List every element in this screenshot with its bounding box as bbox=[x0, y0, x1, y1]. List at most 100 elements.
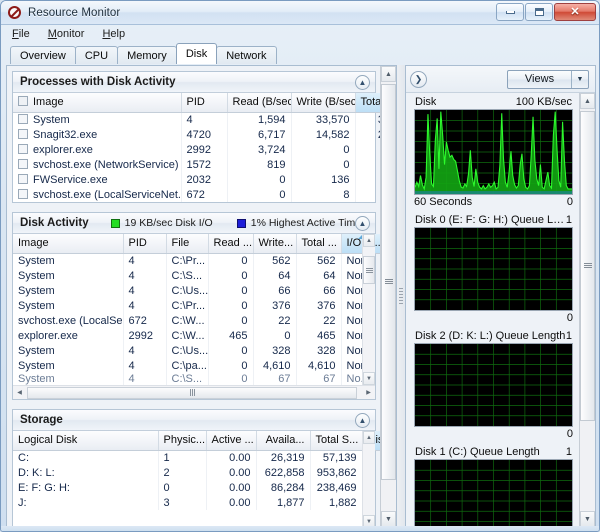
processes-section-header[interactable]: Processes with Disk Activity ▲ bbox=[13, 72, 375, 93]
storage-section-header[interactable]: Storage ▲ bbox=[13, 410, 375, 431]
disk-activity-horizontal-scrollbar[interactable]: ◀ ▶ bbox=[13, 385, 375, 399]
chevron-up-icon[interactable]: ▲ bbox=[355, 216, 370, 231]
scroll-up-icon[interactable]: ▲ bbox=[381, 66, 396, 82]
col-file[interactable]: File bbox=[166, 234, 209, 254]
select-all-checkbox[interactable] bbox=[18, 96, 28, 107]
col-write[interactable]: Write (B/sec) bbox=[291, 93, 356, 113]
table-row[interactable]: System 4 C:\Pr... 0 562 562 Nor... bbox=[13, 253, 383, 268]
cell-image: Snagit32.exe bbox=[13, 127, 182, 142]
minimize-button[interactable] bbox=[496, 3, 524, 21]
scroll-up-icon[interactable]: ▲ bbox=[363, 431, 375, 444]
table-row[interactable]: svchost.exe (LocalServiceNet... 672 0 8 … bbox=[13, 187, 396, 202]
tab-disk-label: Disk bbox=[185, 48, 208, 60]
chevron-right-icon[interactable]: ❯ bbox=[410, 70, 427, 88]
scrollbar-thumb[interactable] bbox=[381, 84, 396, 480]
col-image[interactable]: Image bbox=[13, 234, 124, 254]
cell-write: 22 bbox=[253, 313, 297, 328]
scroll-down-icon[interactable]: ▼ bbox=[363, 372, 375, 385]
cell-image: System bbox=[13, 298, 124, 313]
graph-disk1-queue: Disk 1 (C:) Queue Length 1 bbox=[414, 446, 573, 527]
cell-write: 66 bbox=[253, 283, 297, 298]
scrollbar-thumb[interactable] bbox=[363, 256, 375, 284]
tab-cpu[interactable]: CPU bbox=[74, 46, 119, 64]
cell-read: 0 bbox=[208, 268, 254, 283]
scroll-down-icon[interactable]: ▼ bbox=[381, 511, 396, 527]
graph-disk0-max-label: 1 bbox=[565, 214, 572, 226]
table-row[interactable]: J: 3 0.00 1,877 1,882 0.00 bbox=[13, 495, 396, 510]
col-total[interactable]: Total ... bbox=[296, 234, 342, 254]
graph-disk1-caption: Disk 1 (C:) Queue Length 1 bbox=[414, 446, 573, 459]
col-total-space[interactable]: Total S... bbox=[310, 431, 363, 451]
disk-activity-section-header[interactable]: Disk Activity 19 KB/sec Disk I/O 1% High… bbox=[13, 213, 375, 234]
row-checkbox[interactable] bbox=[18, 143, 28, 154]
maximize-button[interactable] bbox=[525, 3, 553, 21]
graph-disk0-svg bbox=[415, 228, 572, 310]
row-checkbox[interactable] bbox=[18, 188, 28, 199]
col-available-space[interactable]: Availa... bbox=[256, 431, 311, 451]
table-row[interactable]: svchost.exe (NetworkService) 1572 819 0 … bbox=[13, 157, 396, 172]
table-row[interactable]: Snagit32.exe 4720 6,717 14,582 21,299 bbox=[13, 127, 396, 142]
chevron-down-icon[interactable]: ▼ bbox=[571, 70, 588, 88]
cell-image: System bbox=[13, 358, 124, 373]
chevron-up-icon[interactable]: ▲ bbox=[355, 75, 370, 90]
col-read[interactable]: Read ... bbox=[208, 234, 254, 254]
col-read[interactable]: Read (B/sec) bbox=[227, 93, 292, 113]
table-row[interactable]: System 4 C:\pa... 0 4,610 4,610 Nor... bbox=[13, 358, 383, 373]
table-row[interactable]: System 4 C:\Us... 0 66 66 Nor... bbox=[13, 283, 383, 298]
hscrollbar-thumb[interactable] bbox=[27, 386, 357, 399]
views-button[interactable]: Views ▼ bbox=[507, 69, 589, 89]
storage-vertical-scrollbar[interactable]: ▲ ▼ bbox=[362, 431, 375, 527]
cell-write: 4,610 bbox=[253, 358, 297, 373]
chevron-up-icon[interactable]: ▲ bbox=[355, 413, 370, 428]
menu-file[interactable]: File bbox=[10, 27, 32, 41]
table-row[interactable]: explorer.exe 2992 3,724 0 3,724 bbox=[13, 142, 396, 157]
left-pane-scrollbar[interactable]: ▲ ▼ bbox=[380, 66, 396, 527]
table-row[interactable]: System 4 C:\Pr... 0 376 376 Nor... bbox=[13, 298, 383, 313]
tab-network[interactable]: Network bbox=[216, 46, 277, 64]
row-checkbox[interactable] bbox=[18, 158, 28, 169]
table-row[interactable]: FWService.exe 2032 0 136 136 bbox=[13, 172, 396, 187]
menu-help[interactable]: Help bbox=[100, 27, 127, 41]
table-row[interactable]: explorer.exe 2992 C:\W... 465 0 465 Nor.… bbox=[13, 328, 383, 343]
table-row[interactable]: E: F: G: H: 0 0.00 86,284 238,469 0.00 bbox=[13, 480, 396, 495]
pane-splitter[interactable] bbox=[397, 65, 405, 528]
row-checkbox[interactable] bbox=[18, 113, 28, 124]
table-row[interactable]: C: 1 0.00 26,319 57,139 0.00 bbox=[13, 450, 396, 465]
col-image[interactable]: Image bbox=[13, 93, 182, 113]
tab-memory[interactable]: Memory bbox=[117, 46, 177, 64]
close-button[interactable]: ✕ bbox=[554, 3, 596, 21]
cell-write: 0 bbox=[291, 157, 356, 172]
row-checkbox[interactable] bbox=[18, 128, 28, 139]
cell-pid: 4 bbox=[123, 283, 167, 298]
table-row[interactable]: D: K: L: 2 0.00 622,858 953,862 0.00 bbox=[13, 465, 396, 480]
scroll-up-icon[interactable]: ▲ bbox=[363, 234, 375, 247]
table-row[interactable]: System 4 C:\S... 0 67 67 No... bbox=[13, 373, 383, 385]
col-pid[interactable]: PID bbox=[123, 234, 167, 254]
right-pane-scrollbar[interactable]: ▲ ▼ bbox=[579, 93, 595, 527]
disk-activity-vertical-scrollbar[interactable]: ▲ ▼ bbox=[362, 234, 375, 385]
col-active-time[interactable]: Active ... bbox=[206, 431, 257, 451]
cell-pid: 672 bbox=[123, 313, 167, 328]
cell-physical-disk: 3 bbox=[158, 495, 207, 510]
col-write[interactable]: Write... bbox=[253, 234, 297, 254]
scroll-up-icon[interactable]: ▲ bbox=[580, 93, 595, 109]
table-row[interactable]: System 4 1,594 33,570 35,165 bbox=[13, 112, 396, 127]
scrollbar-thumb[interactable] bbox=[580, 111, 595, 421]
table-row[interactable]: System 4 C:\Us... 0 328 328 Nor... bbox=[13, 343, 383, 358]
cell-physical-disk: 2 bbox=[158, 465, 207, 480]
row-checkbox[interactable] bbox=[18, 173, 28, 184]
cell-file: C:\W... bbox=[166, 328, 209, 343]
tab-overview[interactable]: Overview bbox=[10, 46, 76, 64]
tab-disk[interactable]: Disk bbox=[175, 43, 218, 64]
cell-logical-disk: J: bbox=[13, 495, 159, 510]
table-row[interactable]: svchost.exe (LocalServi... 672 C:\W... 0… bbox=[13, 313, 383, 328]
menu-monitor[interactable]: Monitor bbox=[46, 27, 87, 41]
col-physical-disk[interactable]: Physic... bbox=[158, 431, 207, 451]
col-logical-disk[interactable]: Logical Disk bbox=[13, 431, 159, 451]
scroll-right-icon[interactable]: ▶ bbox=[362, 386, 375, 399]
col-pid[interactable]: PID bbox=[181, 93, 228, 113]
scroll-left-icon[interactable]: ◀ bbox=[13, 386, 26, 399]
cell-file: C:\Pr... bbox=[166, 298, 209, 313]
table-row[interactable]: System 4 C:\S... 0 64 64 Nor... bbox=[13, 268, 383, 283]
scroll-down-icon[interactable]: ▼ bbox=[580, 511, 595, 527]
